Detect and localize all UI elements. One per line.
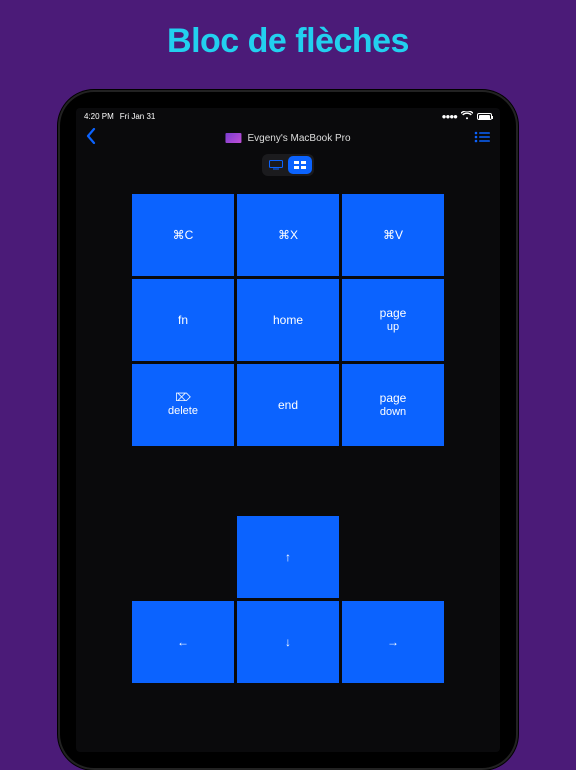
key-cut[interactable]: ⌘X: [237, 194, 339, 276]
status-date: Fri Jan 31: [120, 112, 156, 121]
key-arrow-right[interactable]: →: [342, 601, 444, 683]
key-page-down[interactable]: pagedown: [342, 364, 444, 446]
nav-bar: Evgeny's MacBook Pro: [76, 124, 500, 152]
segment-keyboard-icon[interactable]: [264, 156, 288, 174]
status-bar: 4:20 PM Fri Jan 31 ●●●●: [76, 108, 500, 124]
key-copy[interactable]: ⌘C: [132, 194, 234, 276]
battery-icon: [477, 113, 492, 120]
key-fn[interactable]: fn: [132, 279, 234, 361]
device-thumb-icon: [225, 133, 241, 143]
layout-segmented-control[interactable]: [262, 154, 314, 176]
device-name: Evgeny's MacBook Pro: [247, 133, 350, 144]
key-arrow-down[interactable]: ↓: [237, 601, 339, 683]
back-button[interactable]: [86, 128, 96, 149]
segment-blocks-icon[interactable]: [288, 156, 312, 174]
key-home[interactable]: home: [237, 279, 339, 361]
nav-title: Evgeny's MacBook Pro: [225, 133, 350, 144]
page-title: Bloc de flèches: [0, 0, 576, 61]
arrow-key-grid: ↑ ← ↓ →: [132, 516, 444, 683]
key-arrow-left[interactable]: ←: [132, 601, 234, 683]
key-paste[interactable]: ⌘V: [342, 194, 444, 276]
signal-icon: ●●●●: [442, 112, 457, 121]
tablet-screen: 4:20 PM Fri Jan 31 ●●●● Evgeny's MacBook…: [76, 108, 500, 752]
key-arrow-up[interactable]: ↑: [237, 516, 339, 598]
wifi-icon: [461, 111, 473, 122]
blank-cell: [132, 516, 234, 598]
key-page-up[interactable]: pageup: [342, 279, 444, 361]
tablet-frame: 4:20 PM Fri Jan 31 ●●●● Evgeny's MacBook…: [58, 90, 518, 770]
key-delete[interactable]: ⌦delete: [132, 364, 234, 446]
status-time: 4:20 PM: [84, 112, 114, 121]
blank-cell: [342, 516, 444, 598]
list-button[interactable]: [474, 130, 490, 146]
function-key-grid: ⌘C ⌘X ⌘V fn home pageup ⌦delete end page…: [132, 194, 444, 446]
key-end[interactable]: end: [237, 364, 339, 446]
